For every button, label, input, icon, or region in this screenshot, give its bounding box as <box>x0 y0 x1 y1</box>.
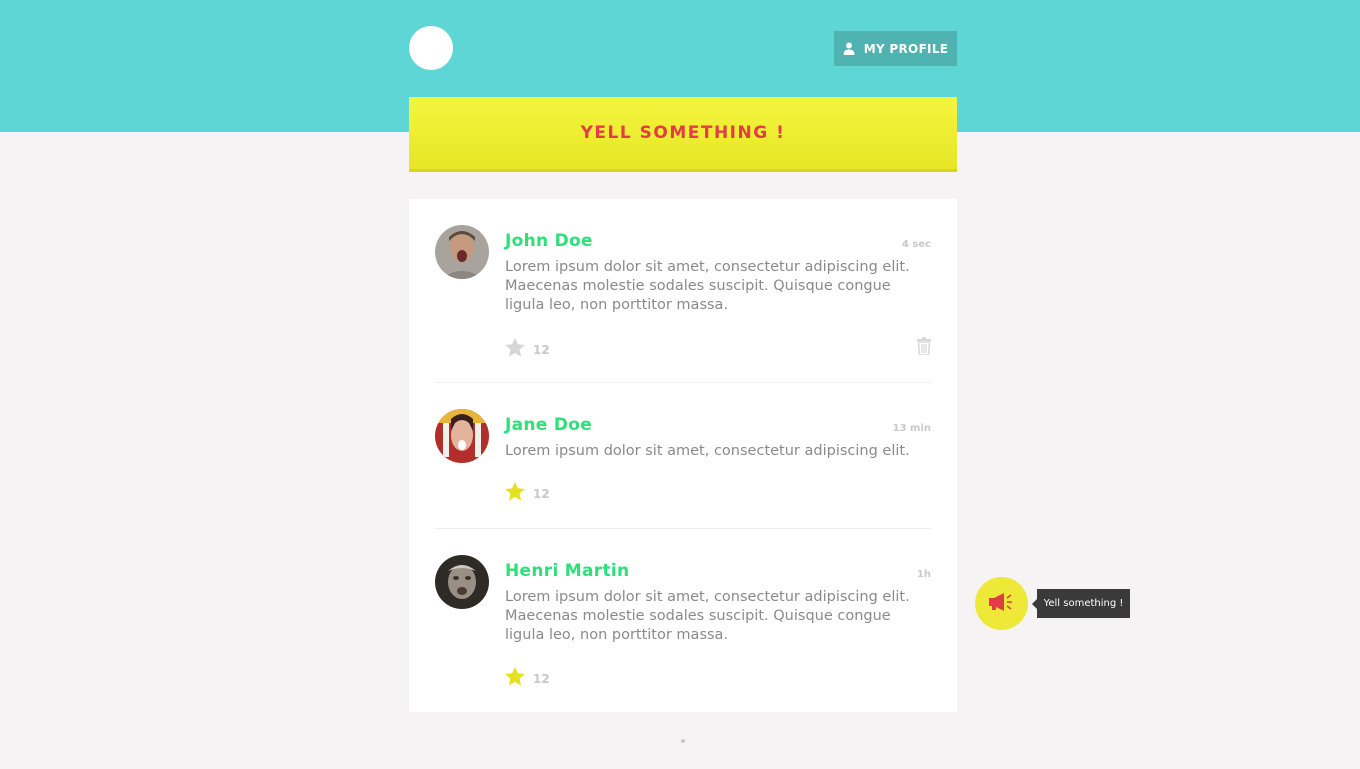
avatar[interactable] <box>435 409 489 463</box>
author-name[interactable]: Henri Martin <box>505 561 629 581</box>
delete-button[interactable] <box>917 337 931 359</box>
logo[interactable] <box>409 26 453 70</box>
like-button[interactable]: 12 <box>505 482 550 505</box>
author-name[interactable]: John Doe <box>505 231 593 251</box>
star-icon <box>505 338 525 361</box>
yell-fab-button[interactable] <box>975 577 1028 630</box>
like-count: 12 <box>533 486 550 501</box>
avatar[interactable] <box>435 555 489 609</box>
tooltip: Yell something ! <box>1032 589 1130 618</box>
my-profile-label: MY PROFILE <box>863 41 949 56</box>
like-count: 12 <box>533 342 550 357</box>
trash-icon <box>917 337 931 359</box>
megaphone-icon <box>988 592 1015 615</box>
author-name[interactable]: Jane Doe <box>505 415 592 435</box>
yell-something-label: YELL SOMETHING ! <box>580 123 786 143</box>
feed-card: John Doe 4 sec Lorem ipsum dolor sit ame… <box>409 199 957 712</box>
divider <box>435 528 931 529</box>
like-button[interactable]: 12 <box>505 667 550 690</box>
post-text: Lorem ipsum dolor sit amet, consectetur … <box>505 589 910 643</box>
post-item: Henri Martin 1h Lorem ipsum dolor sit am… <box>435 555 931 695</box>
star-icon <box>505 667 525 690</box>
user-icon <box>843 42 855 55</box>
like-count: 12 <box>533 671 550 686</box>
my-profile-button[interactable]: MY PROFILE <box>834 31 957 66</box>
post-text: Lorem ipsum dolor sit amet, consectetur … <box>505 443 910 459</box>
yell-something-bar[interactable]: YELL SOMETHING ! <box>409 97 957 172</box>
loading-indicator <box>681 739 685 743</box>
timestamp: 13 min <box>892 423 931 434</box>
avatar[interactable] <box>435 225 489 279</box>
timestamp: 1h <box>916 569 931 580</box>
post-text: Lorem ipsum dolor sit amet, consectetur … <box>505 259 910 313</box>
post-item: John Doe 4 sec Lorem ipsum dolor sit ame… <box>435 225 931 357</box>
like-button[interactable]: 12 <box>505 338 550 361</box>
post-item: Jane Doe 13 min Lorem ipsum dolor sit am… <box>435 409 931 509</box>
star-icon <box>505 482 525 505</box>
timestamp: 4 sec <box>901 239 931 250</box>
divider <box>435 382 931 383</box>
